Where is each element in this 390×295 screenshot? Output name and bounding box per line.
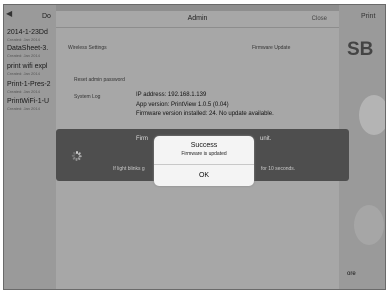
ip-address-text: IP address: 192.168.1.139 (136, 92, 207, 98)
progress-hint-end: for 10 seconds. (261, 166, 296, 172)
alert-title: Success (190, 142, 218, 149)
reset-admin-password-button[interactable]: Reset admin password (74, 77, 125, 83)
wireless-settings-button[interactable]: Wireless Settings (68, 45, 107, 51)
device-info: IP address: 192.168.1.139 App version: P… (136, 91, 274, 120)
progress-hint: If light blinks g (113, 166, 145, 172)
document-list-title: Do (42, 13, 51, 20)
admin-title: Admin (187, 15, 208, 22)
preview-heading-fragment: SB (347, 39, 374, 60)
close-button[interactable]: Close (312, 16, 327, 22)
progress-message-end: unit. (260, 136, 272, 142)
preview-graphic (359, 95, 385, 135)
progress-message: Firm (136, 136, 148, 142)
firmware-version-text: Firmware version installed: 24. No updat… (136, 111, 274, 117)
print-button[interactable]: Print (361, 13, 375, 20)
preview-graphic (354, 205, 384, 245)
activity-spinner-icon (71, 151, 82, 161)
firmware-update-button[interactable]: Firmware Update (252, 45, 290, 51)
alert-message: Firmware is updated (181, 151, 227, 157)
screen: ◀ Do 2014-1-23Dd Created: Jan 2014 DataS… (3, 4, 386, 290)
back-icon[interactable]: ◀ (6, 9, 12, 18)
app-version-text: App version: PrintView 1.0.5 (0.04) (136, 101, 229, 108)
system-log-button[interactable]: System Log (74, 94, 100, 100)
more-link[interactable]: ore (347, 271, 356, 277)
document-list-panel: ◀ Do 2014-1-23Dd Created: Jan 2014 DataS… (4, 5, 56, 289)
divider (56, 27, 339, 28)
document-list-header: ◀ Do (4, 5, 56, 25)
ok-button[interactable]: OK (154, 165, 254, 186)
success-alert-dialog: Success Firmware is updated OK (154, 136, 254, 186)
